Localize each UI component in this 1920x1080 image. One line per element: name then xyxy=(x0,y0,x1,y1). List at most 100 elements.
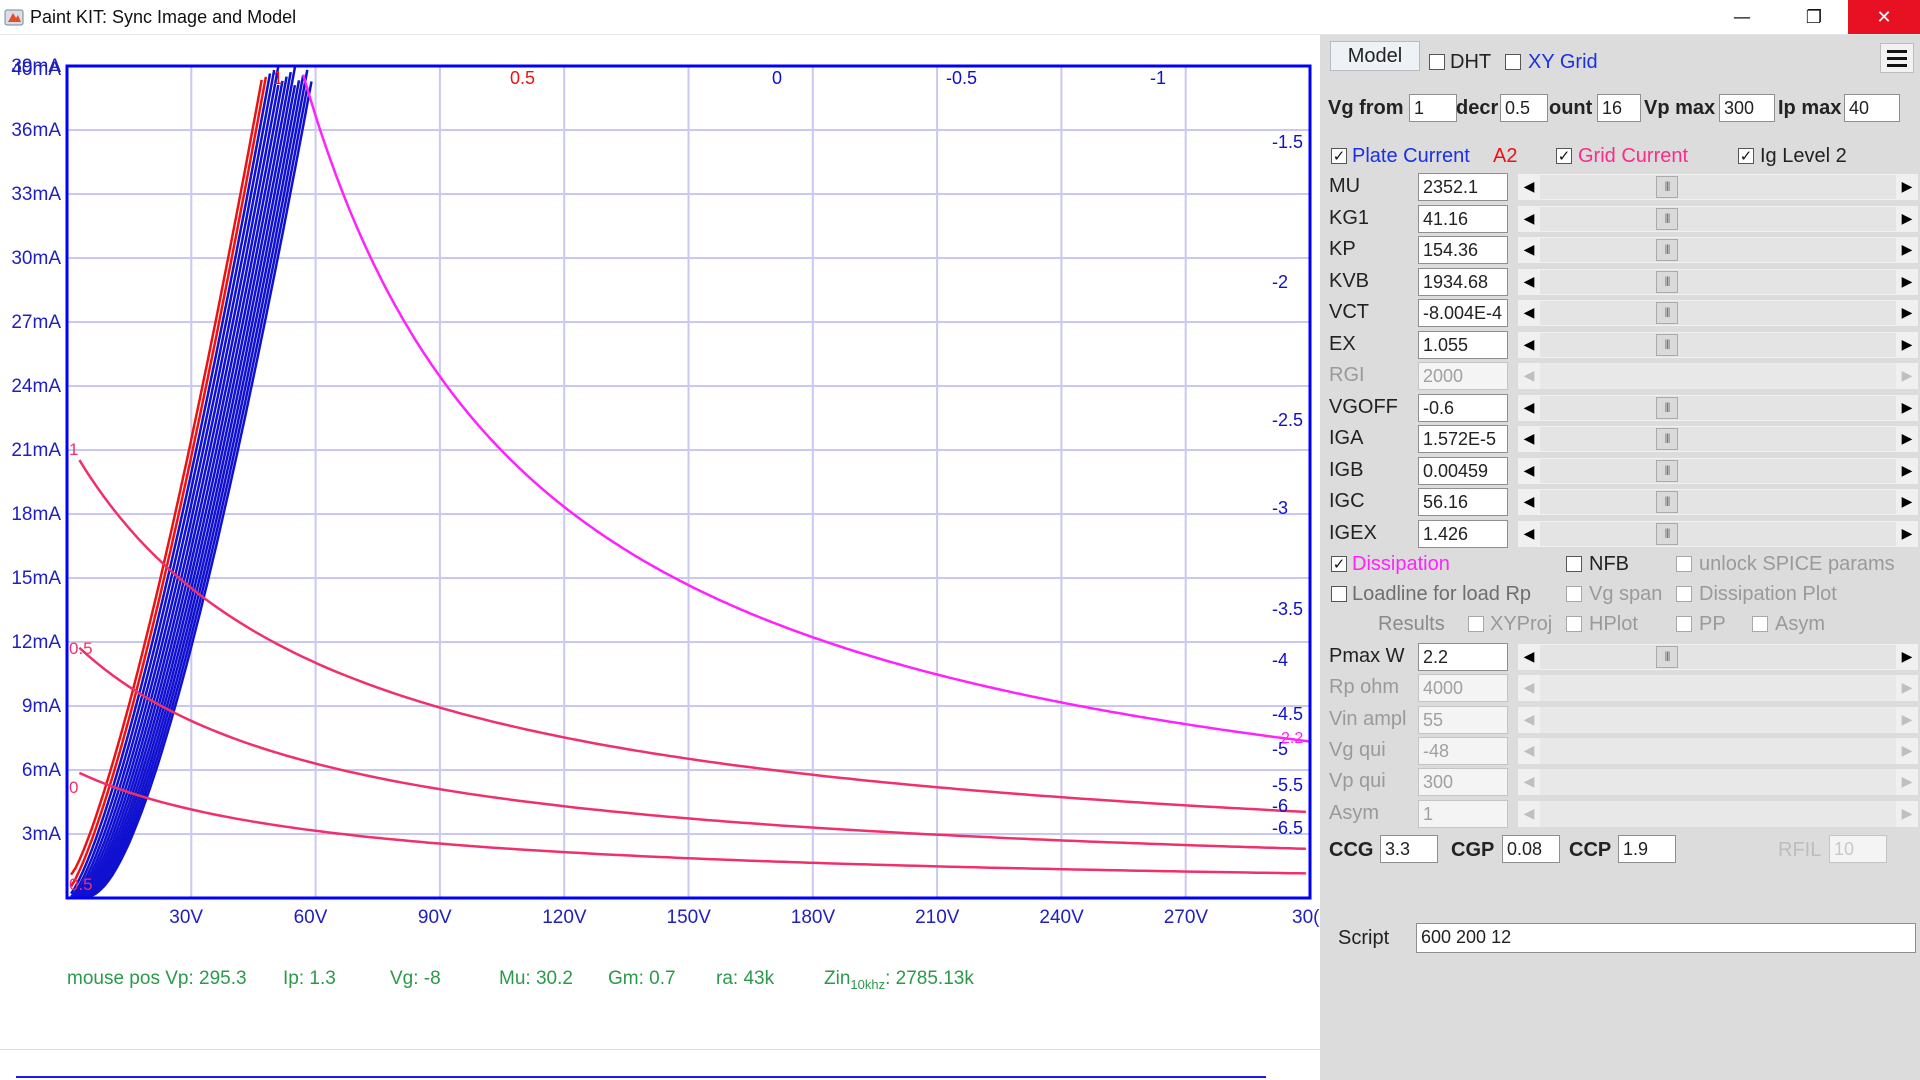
slider-left-arrow-icon[interactable]: ◀ xyxy=(1518,800,1540,827)
param-rgi-slider[interactable]: ◀ ▶ xyxy=(1518,363,1918,389)
slider-right-arrow-icon[interactable]: ▶ xyxy=(1896,644,1918,670)
slider-right-arrow-icon[interactable]: ▶ xyxy=(1896,520,1918,547)
xy-grid-checkbox[interactable] xyxy=(1505,54,1521,70)
param-kg1-field[interactable]: 41.16 xyxy=(1418,204,1508,233)
slider-thumb[interactable]: ||| xyxy=(1656,396,1678,419)
maximize-button[interactable]: ❐ xyxy=(1778,0,1850,34)
param-vct-slider[interactable]: ◀ ▶ ||| xyxy=(1518,300,1918,326)
slider-left-arrow-icon[interactable]: ◀ xyxy=(1518,268,1540,295)
slider-right-arrow-icon[interactable]: ▶ xyxy=(1896,331,1918,358)
slider-right-arrow-icon[interactable]: ▶ xyxy=(1896,300,1918,326)
param-pmax-w-slider[interactable]: ◀ ▶ ||| xyxy=(1518,644,1918,670)
param-rp-ohm-field[interactable]: 4000 xyxy=(1418,674,1508,703)
slider-left-arrow-icon[interactable]: ◀ xyxy=(1518,675,1540,702)
slider-left-arrow-icon[interactable]: ◀ xyxy=(1518,706,1540,733)
count-field[interactable]: 16 xyxy=(1597,94,1641,122)
slider-thumb[interactable]: ||| xyxy=(1656,270,1678,293)
tube-curves-plot[interactable]: 40mA39mA36mA33mA30mA27mA24mA21mA18mA15mA… xyxy=(0,35,1320,1045)
slider-left-arrow-icon[interactable]: ◀ xyxy=(1518,205,1540,232)
param-kvb-slider[interactable]: ◀ ▶ ||| xyxy=(1518,268,1918,295)
param-kp-field[interactable]: 154.36 xyxy=(1418,236,1508,264)
param-vgoff-field[interactable]: -0.6 xyxy=(1418,393,1508,422)
slider-left-arrow-icon[interactable]: ◀ xyxy=(1518,394,1540,421)
slider-left-arrow-icon[interactable]: ◀ xyxy=(1518,737,1540,764)
slider-thumb[interactable]: ||| xyxy=(1656,491,1678,513)
minimize-button[interactable]: — xyxy=(1706,0,1778,34)
script-field[interactable]: 600 200 12 xyxy=(1416,923,1916,953)
ip-max-field[interactable]: 40 xyxy=(1844,94,1900,122)
slider-left-arrow-icon[interactable]: ◀ xyxy=(1518,363,1540,389)
param-rp-ohm-slider[interactable]: ◀ ▶ xyxy=(1518,675,1918,702)
slider-right-arrow-icon[interactable]: ▶ xyxy=(1896,737,1918,764)
param-kg1-slider[interactable]: ◀ ▶ ||| xyxy=(1518,205,1918,232)
slider-right-arrow-icon[interactable]: ▶ xyxy=(1896,394,1918,421)
param-igb-slider[interactable]: ◀ ▶ ||| xyxy=(1518,457,1918,484)
param-vg-qui-slider[interactable]: ◀ ▶ xyxy=(1518,737,1918,764)
slider-right-arrow-icon[interactable]: ▶ xyxy=(1896,769,1918,796)
ig-level2-checkbox[interactable]: ✓ xyxy=(1738,148,1754,164)
slider-right-arrow-icon[interactable]: ▶ xyxy=(1896,363,1918,389)
rfil-field[interactable]: 10 xyxy=(1829,835,1887,863)
param-asym-field[interactable]: 1 xyxy=(1418,799,1508,828)
slider-thumb[interactable]: ||| xyxy=(1656,459,1678,482)
slider-right-arrow-icon[interactable]: ▶ xyxy=(1896,675,1918,702)
grid-current-checkbox[interactable]: ✓ xyxy=(1556,148,1572,164)
slider-right-arrow-icon[interactable]: ▶ xyxy=(1896,706,1918,733)
slider-thumb[interactable]: ||| xyxy=(1656,428,1678,450)
slider-left-arrow-icon[interactable]: ◀ xyxy=(1518,174,1540,200)
model-button[interactable]: Model xyxy=(1330,41,1420,71)
param-vin-ampl-field[interactable]: 55 xyxy=(1418,705,1508,734)
slider-thumb[interactable]: ||| xyxy=(1656,522,1678,545)
slider-left-arrow-icon[interactable]: ◀ xyxy=(1518,426,1540,452)
param-igb-field[interactable]: 0.00459 xyxy=(1418,456,1508,485)
slider-right-arrow-icon[interactable]: ▶ xyxy=(1896,174,1918,200)
slider-right-arrow-icon[interactable]: ▶ xyxy=(1896,800,1918,827)
param-ex-slider[interactable]: ◀ ▶ ||| xyxy=(1518,331,1918,358)
slider-left-arrow-icon[interactable]: ◀ xyxy=(1518,300,1540,326)
unlock-spice-checkbox[interactable] xyxy=(1676,556,1692,572)
cgp-field[interactable]: 0.08 xyxy=(1502,835,1560,863)
param-igex-field[interactable]: 1.426 xyxy=(1418,519,1508,548)
dissipation-checkbox[interactable]: ✓ xyxy=(1331,556,1347,572)
slider-thumb[interactable]: ||| xyxy=(1656,302,1678,324)
hplot-checkbox[interactable] xyxy=(1566,616,1582,632)
param-vp-qui-field[interactable]: 300 xyxy=(1418,768,1508,797)
param-ex-field[interactable]: 1.055 xyxy=(1418,330,1508,359)
param-pmax-w-field[interactable]: 2.2 xyxy=(1418,643,1508,671)
param-igc-field[interactable]: 56.16 xyxy=(1418,488,1508,516)
plate-current-checkbox[interactable]: ✓ xyxy=(1331,148,1347,164)
param-vp-qui-slider[interactable]: ◀ ▶ xyxy=(1518,769,1918,796)
param-igc-slider[interactable]: ◀ ▶ ||| xyxy=(1518,489,1918,515)
param-mu-field[interactable]: 2352.1 xyxy=(1418,173,1508,201)
slider-thumb[interactable]: ||| xyxy=(1656,239,1678,261)
slider-left-arrow-icon[interactable]: ◀ xyxy=(1518,489,1540,515)
slider-right-arrow-icon[interactable]: ▶ xyxy=(1896,268,1918,295)
slider-left-arrow-icon[interactable]: ◀ xyxy=(1518,457,1540,484)
param-vct-field[interactable]: -8.004E-4 xyxy=(1418,299,1508,327)
param-iga-slider[interactable]: ◀ ▶ ||| xyxy=(1518,426,1918,452)
pp-checkbox[interactable] xyxy=(1676,616,1692,632)
slider-left-arrow-icon[interactable]: ◀ xyxy=(1518,644,1540,670)
slider-thumb[interactable]: ||| xyxy=(1656,176,1678,198)
decr-field[interactable]: 0.5 xyxy=(1500,94,1548,122)
slider-thumb[interactable]: ||| xyxy=(1656,207,1678,230)
dissipation-plot-checkbox[interactable] xyxy=(1676,586,1692,602)
slider-left-arrow-icon[interactable]: ◀ xyxy=(1518,520,1540,547)
menu-button[interactable] xyxy=(1880,43,1914,73)
slider-right-arrow-icon[interactable]: ▶ xyxy=(1896,457,1918,484)
slider-thumb[interactable]: ||| xyxy=(1656,333,1678,356)
param-vin-ampl-slider[interactable]: ◀ ▶ xyxy=(1518,706,1918,733)
vp-max-field[interactable]: 300 xyxy=(1719,94,1775,122)
ccg-field[interactable]: 3.3 xyxy=(1380,835,1438,863)
param-mu-slider[interactable]: ◀ ▶ ||| xyxy=(1518,174,1918,200)
param-vg-qui-field[interactable]: -48 xyxy=(1418,736,1508,765)
slider-right-arrow-icon[interactable]: ▶ xyxy=(1896,489,1918,515)
ccp-field[interactable]: 1.9 xyxy=(1618,835,1676,863)
vg-span-checkbox[interactable] xyxy=(1566,586,1582,602)
plot-area[interactable]: 40mA 39mA 36mA 33mA 30mA 27mA 24mA 21mA 18mA 15mA… xyxy=(0,35,1320,1080)
nfb-checkbox[interactable] xyxy=(1566,556,1582,572)
close-button[interactable]: ✕ xyxy=(1848,0,1920,34)
slider-left-arrow-icon[interactable]: ◀ xyxy=(1518,769,1540,796)
xyproj-checkbox[interactable] xyxy=(1468,616,1484,632)
param-kvb-field[interactable]: 1934.68 xyxy=(1418,267,1508,296)
